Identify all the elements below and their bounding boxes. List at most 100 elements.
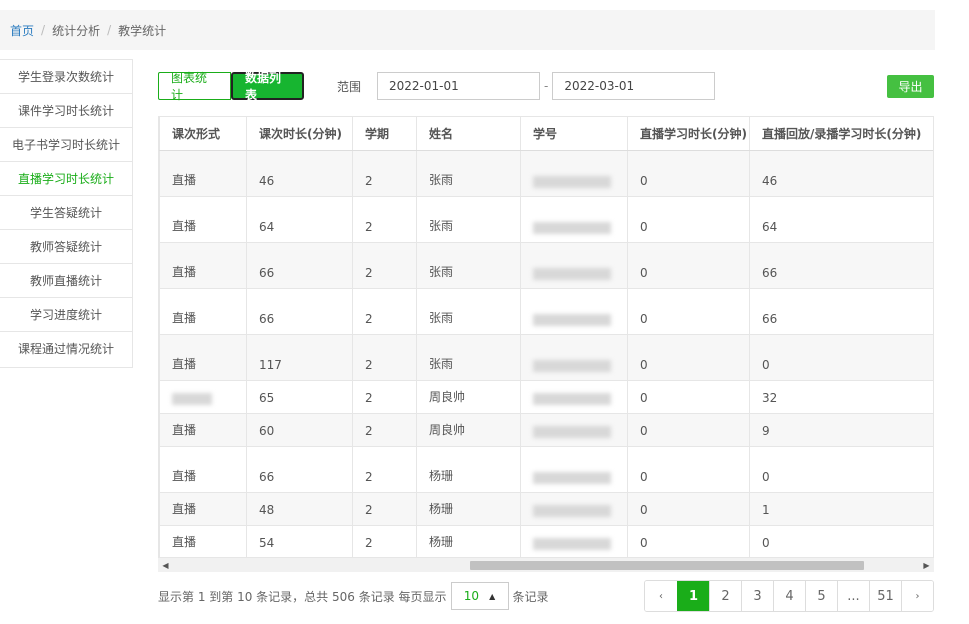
cell-replay-time: 32: [749, 380, 933, 414]
cell-name: 周良帅: [416, 413, 521, 447]
start-date-input[interactable]: [377, 72, 541, 100]
cell-form: 直播: [159, 492, 247, 526]
sidebar-item-courseware-time[interactable]: 课件学习时长统计: [0, 94, 132, 128]
redacted-block: [533, 267, 611, 280]
column-header-duration[interactable]: 课次时长(分钟): [246, 116, 353, 151]
redacted-block: [533, 175, 611, 188]
cell-duration: 65: [246, 380, 353, 414]
table-row: 直播 54 2 杨珊 0 0: [159, 525, 933, 559]
toolbar: 图表统计 数据列表 范围 -: [158, 71, 716, 102]
tab-chart-stats[interactable]: 图表统计: [158, 71, 231, 102]
sidebar-item-student-qa[interactable]: 学生答疑统计: [0, 196, 132, 230]
column-header-name[interactable]: 姓名: [416, 116, 521, 151]
sidebar-menu: 学生登录次数统计 课件学习时长统计 电子书学习时长统计 直播学习时长统计 学生答…: [0, 59, 133, 368]
cell-student-id: [520, 196, 628, 243]
column-header-replay-time[interactable]: 直播回放/录播学习时长(分钟): [749, 116, 933, 151]
page-ellipsis: ...: [837, 581, 869, 611]
table-row: 直播 46 2 张雨 0 46: [159, 150, 933, 197]
redacted-block: [533, 537, 611, 550]
data-table-container: 课次形式 课次时长(分钟) 学期 姓名 学号 直播学习时长(分钟) 直播回放/录…: [158, 116, 934, 572]
cell-form: 直播: [159, 413, 247, 447]
redacted-block: [533, 504, 611, 517]
cell-name: 杨珊: [416, 492, 521, 526]
cell-live-time: 0: [627, 525, 750, 559]
records-suffix-text: 条记录: [512, 589, 549, 604]
cell-name: 张雨: [416, 334, 521, 381]
cell-duration: 60: [246, 413, 353, 447]
breadcrumb-home-link[interactable]: 首页: [10, 22, 34, 39]
cell-duration: 66: [246, 288, 353, 335]
column-header-student-id[interactable]: 学号: [520, 116, 628, 151]
sidebar-item-teacher-live[interactable]: 教师直播统计: [0, 264, 132, 298]
date-range-dash: -: [544, 79, 549, 93]
table-row: 直播 66 2 张雨 0 66: [159, 242, 933, 289]
breadcrumb: 首页 / 统计分析 / 教学统计: [0, 10, 935, 50]
sidebar-item-teacher-qa[interactable]: 教师答疑统计: [0, 230, 132, 264]
page-button-5[interactable]: 5: [805, 581, 837, 611]
end-date-input[interactable]: [552, 72, 716, 100]
tab-data-list[interactable]: 数据列表: [231, 71, 304, 102]
cell-live-time: 0: [627, 150, 750, 197]
redacted-block: [533, 425, 611, 438]
cell-replay-time: 66: [749, 242, 933, 289]
cell-form: 直播: [159, 196, 247, 243]
cell-term: 2: [352, 525, 417, 559]
page-button-4[interactable]: 4: [773, 581, 805, 611]
cell-name: 张雨: [416, 150, 521, 197]
cell-form: 直播: [159, 446, 247, 493]
pagination-info: 显示第 1 到第 10 条记录，总共 506 条记录 每页显示 10 ▲ 条记录: [158, 582, 549, 610]
table-row: 直播 60 2 周良帅 0 9: [159, 413, 933, 447]
scroll-left-icon[interactable]: ◀: [158, 558, 173, 573]
cell-name: 周良帅: [416, 380, 521, 414]
prev-page-button[interactable]: ‹: [645, 581, 677, 611]
sidebar-item-progress[interactable]: 学习进度统计: [0, 298, 132, 332]
cell-term: 2: [352, 242, 417, 289]
cell-replay-time: 66: [749, 288, 933, 335]
cell-replay-time: 64: [749, 196, 933, 243]
breadcrumb-level2[interactable]: 统计分析: [52, 22, 100, 39]
cell-live-time: 0: [627, 413, 750, 447]
cell-replay-time: 9: [749, 413, 933, 447]
sidebar-item-student-login[interactable]: 学生登录次数统计: [0, 60, 132, 94]
export-button[interactable]: 导出: [887, 75, 934, 98]
cell-duration: 48: [246, 492, 353, 526]
sidebar-item-live-time[interactable]: 直播学习时长统计: [0, 162, 132, 196]
cell-name: 杨珊: [416, 446, 521, 493]
horizontal-scrollbar[interactable]: ◀ ▶: [158, 557, 934, 572]
cell-student-id: [520, 413, 628, 447]
column-header-term[interactable]: 学期: [352, 116, 417, 151]
next-page-button[interactable]: ›: [901, 581, 933, 611]
page-button-last[interactable]: 51: [869, 581, 901, 611]
scrollbar-thumb[interactable]: [470, 561, 864, 570]
cell-duration: 64: [246, 196, 353, 243]
cell-replay-time: 1: [749, 492, 933, 526]
table-row: 直播 66 2 杨珊 0 0: [159, 446, 933, 493]
cell-student-id: [520, 380, 628, 414]
cell-student-id: [520, 288, 628, 335]
page-size-select[interactable]: 10 ▲: [450, 582, 509, 610]
cell-name: 杨珊: [416, 525, 521, 559]
cell-replay-time: 0: [749, 525, 933, 559]
cell-form: 直播: [159, 150, 247, 197]
page-button-3[interactable]: 3: [741, 581, 773, 611]
cell-replay-time: 46: [749, 150, 933, 197]
column-header-form[interactable]: 课次形式: [159, 116, 247, 151]
cell-term: 2: [352, 288, 417, 335]
redacted-block: [533, 221, 611, 234]
page-size-value: 10: [463, 589, 480, 603]
page-button-2[interactable]: 2: [709, 581, 741, 611]
cell-term: 2: [352, 334, 417, 381]
cell-form: 直播: [159, 525, 247, 559]
redacted-block: [533, 313, 611, 326]
scroll-right-icon[interactable]: ▶: [919, 558, 934, 573]
cell-student-id: [520, 150, 628, 197]
cell-duration: 66: [246, 446, 353, 493]
pagination: ‹ 1 2 3 4 5 ... 51 ›: [644, 580, 934, 612]
column-header-live-time[interactable]: 直播学习时长(分钟): [627, 116, 750, 151]
sidebar-item-course-pass[interactable]: 课程通过情况统计: [0, 332, 132, 366]
cell-live-time: 0: [627, 334, 750, 381]
sidebar-item-ebook-time[interactable]: 电子书学习时长统计: [0, 128, 132, 162]
redacted-block: [172, 392, 212, 405]
page-button-1[interactable]: 1: [677, 581, 709, 611]
cell-replay-time: 0: [749, 334, 933, 381]
